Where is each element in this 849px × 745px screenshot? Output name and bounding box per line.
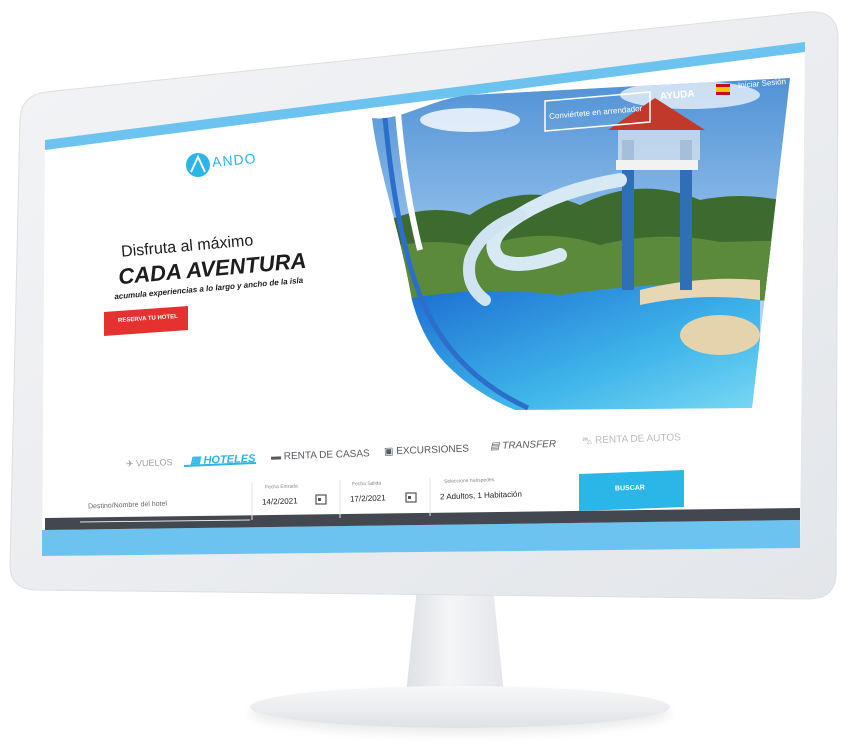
plane-icon: ✈: [125, 458, 134, 469]
hotel-icon: ▦: [189, 454, 201, 468]
tab-hoteles[interactable]: ▦ HOTELES: [190, 452, 256, 467]
monitor-bezel: [9, 11, 839, 600]
bed-icon: ▬: [270, 451, 282, 463]
car-icon: ⛍: [581, 435, 593, 447]
checkin-field[interactable]: 14/2/2021: [262, 496, 298, 506]
search-button[interactable]: BUSCAR: [615, 484, 645, 492]
monitor-mockup: Conviértete en arrendador AYUDA Iniciar …: [0, 0, 849, 745]
bus-icon: ▤: [489, 440, 500, 453]
ticket-icon: ▣: [383, 446, 394, 458]
tab-transfer[interactable]: ▤ TRANSFER: [490, 439, 556, 452]
checkout-field[interactable]: 17/2/2021: [350, 493, 386, 503]
checkout-label: Fecha Salida: [351, 480, 382, 488]
tab-vuelos[interactable]: ✈ VUELOS: [126, 457, 173, 470]
checkin-label: Fecha Entrada: [264, 483, 298, 491]
spain-flag-icon[interactable]: [716, 84, 730, 95]
